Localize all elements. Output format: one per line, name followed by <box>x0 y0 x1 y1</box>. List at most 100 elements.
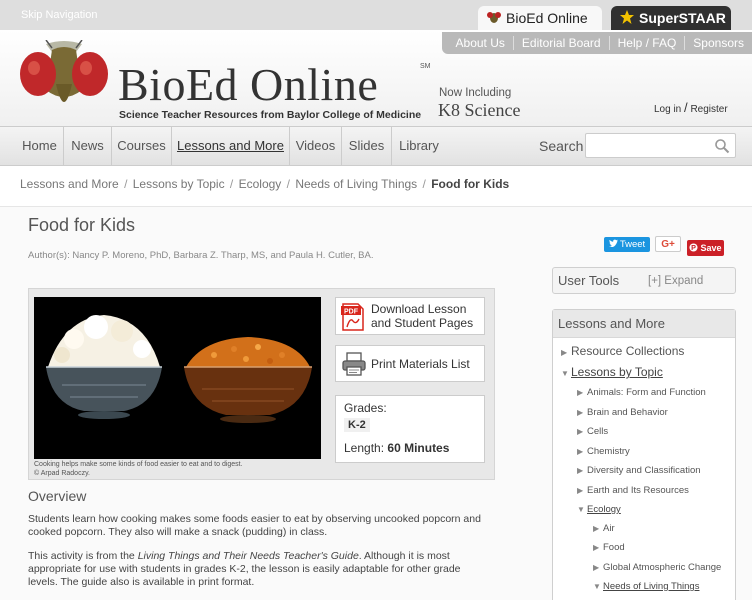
sidebar-item-brain-and-behavior[interactable]: ▶ Brain and Behavior <box>577 407 668 418</box>
sidebar-item-earth-and-its-resources[interactable]: ▶ Earth and Its Resources <box>577 485 689 496</box>
google-plus-button[interactable]: G+ <box>655 236 681 252</box>
breadcrumb-needs-of-living-things[interactable]: Needs of Living Things <box>295 177 417 191</box>
login-link[interactable]: Log in <box>654 104 681 115</box>
print-materials-button[interactable]: Print Materials List <box>335 345 485 382</box>
tab-bioed-online[interactable]: BioEd Online <box>478 6 602 30</box>
lessons-and-more-panel: Lessons and More ▶ Resource Collections ▼… <box>552 309 736 600</box>
util-link-sponsors[interactable]: Sponsors <box>684 36 752 50</box>
user-tools-heading: User Tools <box>558 273 620 288</box>
nav-slides[interactable]: Slides <box>342 127 392 165</box>
sidebar-item-label: Air <box>603 523 615 534</box>
search-input[interactable] <box>585 133 736 158</box>
user-tools-expand-toggle[interactable]: [+] Expand <box>648 275 703 287</box>
k8-science-link[interactable]: K8 Science <box>438 100 520 121</box>
util-link-about-us[interactable]: About Us <box>448 36 513 50</box>
nav-news[interactable]: News <box>64 127 112 165</box>
save-label: Save <box>700 243 722 253</box>
service-mark: SM <box>420 63 431 70</box>
breadcrumb-current: Food for Kids <box>431 177 510 191</box>
auth-links: Log in / Register <box>654 100 728 115</box>
pdf-icon: PDF <box>341 303 365 336</box>
site-logo-title[interactable]: BioEd Online <box>118 58 378 111</box>
triangle-right-icon: ▶ <box>577 427 584 436</box>
triangle-right-icon: ▶ <box>561 348 568 357</box>
lesson-photo <box>34 297 321 459</box>
pinterest-icon: P <box>689 243 699 254</box>
sidebar-item-label: Animals: Form and Function <box>587 387 706 398</box>
nav-library[interactable]: Library <box>392 127 446 165</box>
sidebar-item-chemistry[interactable]: ▶ Chemistry <box>577 446 630 457</box>
sidebar-item-label: Diversity and Classification <box>587 465 701 476</box>
tweet-label: Tweet <box>619 239 646 250</box>
sidebar-item-global-atmospheric-change[interactable]: ▶ Global Atmospheric Change <box>593 562 721 573</box>
sidebar-item-label: Lessons by Topic <box>571 365 663 379</box>
utility-nav: About Us Editorial Board Help / FAQ Spon… <box>441 32 752 54</box>
sidebar-item-resource-collections[interactable]: ▶ Resource Collections <box>561 344 684 358</box>
fruit-fly-logo-icon[interactable] <box>16 39 112 124</box>
grades-label: Grades: <box>344 401 387 415</box>
sidebar-item-label: Earth and Its Resources <box>587 485 689 496</box>
lesson-feature-panel: Cooking helps make some kinds of food ea… <box>28 288 495 480</box>
download-lesson-label: Download Lesson and Student Pages <box>371 302 474 330</box>
user-tools-panel: User Tools [+] Expand <box>552 267 736 294</box>
length-value: 60 Minutes <box>387 441 450 455</box>
breadcrumb-lessons-by-topic[interactable]: Lessons by Topic <box>133 177 225 191</box>
register-link[interactable]: Register <box>690 104 727 115</box>
search-icon[interactable] <box>714 138 730 159</box>
download-lesson-button[interactable]: PDF Download Lesson and Student Pages <box>335 297 485 335</box>
photo-credit: © Arpad Radoczy. <box>34 469 90 477</box>
svg-text:PDF: PDF <box>344 309 359 316</box>
sidebar-item-label: Food <box>603 542 625 553</box>
nav-courses[interactable]: Courses <box>112 127 172 165</box>
tweet-button[interactable]: Tweet <box>604 237 650 252</box>
overview-p2-start: This activity is from the <box>28 550 138 562</box>
util-link-editorial-board[interactable]: Editorial Board <box>512 36 609 50</box>
site-tagline: Science Teacher Resources from Baylor Co… <box>119 109 422 121</box>
sidebar-item-ecology[interactable]: ▼ Ecology <box>577 504 621 515</box>
top-bar: Skip Navigation BioEd Online SuperSTAAR <box>0 0 752 30</box>
photo-caption: Cooking helps make some kinds of food ea… <box>34 461 324 478</box>
triangle-down-icon: ▼ <box>561 369 569 378</box>
breadcrumb-lessons-and-more[interactable]: Lessons and More <box>20 177 119 191</box>
triangle-down-icon: ▼ <box>593 582 601 591</box>
print-materials-label: Print Materials List <box>371 357 470 371</box>
svg-text:P: P <box>692 243 697 252</box>
sidebar-item-food[interactable]: ▶ Food <box>593 542 625 553</box>
search-label: Search <box>539 138 584 154</box>
sidebar-item-air[interactable]: ▶ Air <box>593 523 615 534</box>
nav-home[interactable]: Home <box>16 127 64 165</box>
triangle-right-icon: ▶ <box>577 466 584 475</box>
grades-value: K-2 <box>344 418 370 432</box>
pinterest-save-button[interactable]: P Save <box>687 240 724 256</box>
breadcrumb-ecology[interactable]: Ecology <box>239 177 282 191</box>
sidebar-item-diversity-and-classification[interactable]: ▶ Diversity and Classification <box>577 465 701 476</box>
teachers-guide-title: Living Things and Their Needs Teacher's … <box>137 550 359 562</box>
bioed-fly-icon <box>486 10 502 27</box>
nav-lessons-and-more[interactable]: Lessons and More <box>172 127 290 165</box>
tab-superstaar-label: SuperSTAAR <box>639 10 726 26</box>
length-label: Length: <box>344 441 385 455</box>
triangle-right-icon: ▶ <box>577 388 584 397</box>
sidebar-item-cells[interactable]: ▶ Cells <box>577 426 608 437</box>
skip-navigation-link[interactable]: Skip Navigation <box>21 9 97 21</box>
sidebar-item-needs-of-living-things[interactable]: ▼ Needs of Living Things <box>593 581 699 592</box>
sidebar-item-lessons-by-topic[interactable]: ▼ Lessons by Topic <box>561 365 663 379</box>
breadcrumb: Lessons and More / Lessons by Topic / Ec… <box>20 177 510 191</box>
overview-heading: Overview <box>28 488 87 504</box>
lessons-and-more-heading: Lessons and More <box>553 310 735 338</box>
tab-superstaar[interactable]: SuperSTAAR <box>611 6 731 30</box>
sidebar-item-animals-form-and-function[interactable]: ▶ Animals: Form and Function <box>577 387 706 398</box>
tab-bioed-label: BioEd Online <box>506 10 588 26</box>
star-icon <box>619 9 635 28</box>
page-frame: About Us Editorial Board Help / FAQ Spon… <box>0 30 752 600</box>
grades-box: Grades: K-2 Length: 60 Minutes <box>335 395 485 463</box>
sidebar-item-label: Chemistry <box>587 446 630 457</box>
nav-videos[interactable]: Videos <box>290 127 342 165</box>
authors-line: Author(s): Nancy P. Moreno, PhD, Barbara… <box>28 250 374 261</box>
site-header: About Us Editorial Board Help / FAQ Spon… <box>0 30 752 126</box>
util-link-help-faq[interactable]: Help / FAQ <box>608 36 685 50</box>
twitter-bird-icon <box>608 239 618 250</box>
auth-separator: / <box>684 100 688 115</box>
triangle-right-icon: ▶ <box>577 408 584 417</box>
triangle-right-icon: ▶ <box>577 486 584 495</box>
